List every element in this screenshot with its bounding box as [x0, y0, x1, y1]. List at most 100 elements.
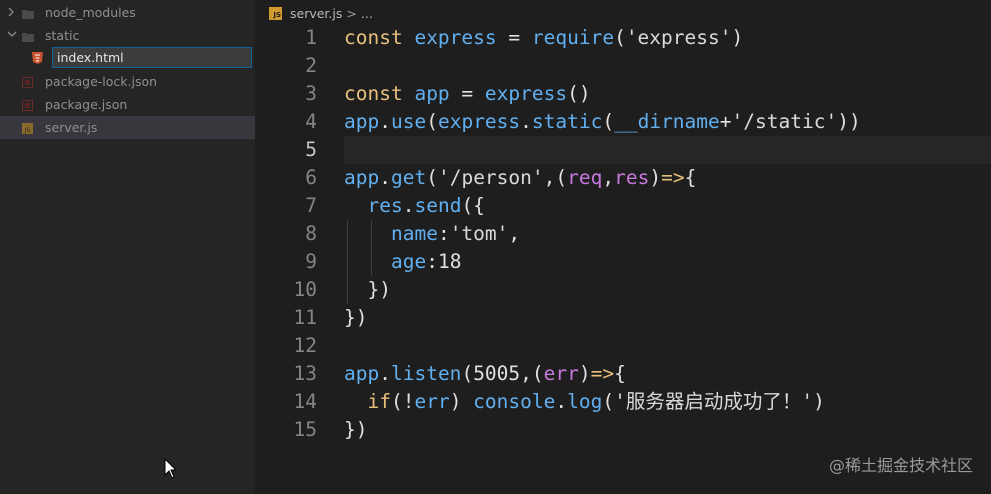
code-text: }) — [344, 416, 367, 444]
code-line[interactable]: 9 age:18 — [255, 248, 991, 276]
code-line[interactable]: 13 app.listen(5005,(err)=>{ — [255, 360, 991, 388]
code-token: = — [449, 82, 485, 105]
code-line[interactable]: 3 const app = express() — [255, 80, 991, 108]
code-line[interactable]: 12 — [255, 332, 991, 360]
line-number: 8 — [305, 222, 317, 245]
code-token: . — [379, 110, 391, 133]
chevron-down-icon[interactable] — [6, 29, 18, 41]
code-token: (! — [390, 390, 415, 413]
code-token: }) — [367, 278, 391, 301]
code-line[interactable]: 5 — [255, 136, 991, 164]
code-line[interactable]: 15}) — [255, 416, 991, 444]
line-number: 2 — [305, 54, 317, 77]
code-text: res.send({ — [344, 192, 485, 220]
code-token: app — [344, 110, 380, 133]
code-token: => — [661, 166, 685, 189]
code-token: () — [567, 82, 591, 105]
code-token: ( — [602, 390, 615, 413]
rename-input[interactable] — [53, 48, 251, 67]
code-token: ({ — [461, 194, 485, 217]
chevron-right-icon[interactable] — [6, 6, 18, 18]
code-token: , — [508, 222, 521, 245]
code-token: ) — [731, 26, 744, 49]
code-token: . — [379, 166, 391, 189]
code-text: const app = express() — [344, 80, 591, 108]
code-token: express — [414, 26, 497, 49]
tree-item-label: node_modules — [45, 5, 136, 20]
code-token: 'tom' — [449, 222, 509, 245]
folder-icon — [22, 7, 34, 19]
line-number: 14 — [293, 390, 317, 413]
code-token: : — [426, 250, 438, 273]
code-token: use — [390, 110, 427, 133]
line-number: 12 — [293, 334, 317, 357]
json-file-icon — [22, 99, 33, 111]
code-text: app.get('/person',(req,res)=>{ — [344, 164, 696, 192]
code-token: ( — [426, 166, 438, 189]
breadcrumb-more[interactable]: ... — [361, 6, 373, 21]
code-token: )) — [837, 110, 861, 133]
code-token: express — [484, 82, 568, 105]
code-line[interactable]: 2 — [255, 52, 991, 80]
code-token: app — [344, 166, 380, 189]
breadcrumb: JS server.js > ... — [269, 4, 373, 22]
code-editor[interactable]: JS server.js > ... 1 const express = requ… — [255, 0, 991, 494]
code-text: if(!err) console.log('服务器启动成功了！') — [344, 388, 824, 416]
code-token: '/person' — [437, 166, 544, 189]
rename-input-box[interactable] — [52, 47, 252, 68]
tree-item-package-lock-json[interactable]: package-lock.json — [0, 70, 255, 93]
breadcrumb-separator: > — [346, 5, 357, 21]
js-file-icon: JS — [22, 122, 33, 134]
code-token: ( — [614, 26, 626, 49]
code-token: = — [496, 26, 532, 49]
tree-item-node-modules[interactable]: node_modules — [0, 1, 255, 24]
line-number: 13 — [293, 362, 317, 385]
line-number: 15 — [293, 418, 317, 441]
breadcrumb-file[interactable]: server.js — [290, 6, 342, 21]
code-text: }) — [344, 304, 367, 332]
code-line[interactable]: 8 name:'tom', — [255, 220, 991, 248]
code-token: ( — [602, 110, 615, 133]
code-text: app.use(express.static(__dirname+'/stati… — [344, 108, 861, 136]
tree-item-server-js[interactable]: JS server.js — [0, 116, 255, 139]
code-token: res — [614, 166, 650, 189]
code-line[interactable]: 7 res.send({ — [255, 192, 991, 220]
code-token: static — [531, 110, 603, 133]
mouse-pointer-icon — [164, 457, 178, 480]
tree-item-static[interactable]: static — [0, 24, 255, 47]
code-token: ( — [426, 110, 438, 133]
svg-text:JS: JS — [24, 127, 31, 134]
code-token: const — [344, 82, 403, 105]
code-token: age — [390, 250, 427, 273]
tree-item-package-json[interactable]: package.json — [0, 93, 255, 116]
tree-item-label: package.json — [45, 97, 128, 112]
tree-item-label: package-lock.json — [45, 74, 158, 89]
code-line[interactable]: 11}) — [255, 304, 991, 332]
code-token: app — [344, 362, 380, 385]
code-token: '/static' — [731, 110, 838, 133]
code-token: send — [414, 194, 462, 217]
tree-item-label: static — [45, 28, 80, 43]
code-token: const — [344, 26, 403, 49]
code-text: name:'tom', — [344, 220, 520, 248]
code-token: 'express' — [625, 26, 732, 49]
code-token: ( — [461, 362, 474, 385]
code-line[interactable]: 1 const express = require('express') — [255, 24, 991, 52]
code-token: ) — [649, 166, 662, 189]
line-number: 10 — [293, 278, 317, 301]
json-file-icon — [22, 76, 33, 88]
code-token: , — [602, 166, 615, 189]
code-token: ,( — [520, 362, 544, 385]
code-line[interactable]: 6 app.get('/person',(req,res)=>{ — [255, 164, 991, 192]
code-line[interactable]: 14 if(!err) console.log('服务器启动成功了！') — [255, 388, 991, 416]
code-token: : — [437, 222, 450, 245]
code-line[interactable]: 4 app.use(express.static(__dirname+'/stat… — [255, 108, 991, 136]
code-line[interactable]: 10 }) — [255, 276, 991, 304]
html-file-icon — [32, 52, 43, 64]
code-token: req — [567, 166, 603, 189]
js-file-icon: JS — [269, 6, 282, 20]
code-token: 18 — [437, 250, 462, 273]
code-token: ,( — [543, 166, 568, 189]
